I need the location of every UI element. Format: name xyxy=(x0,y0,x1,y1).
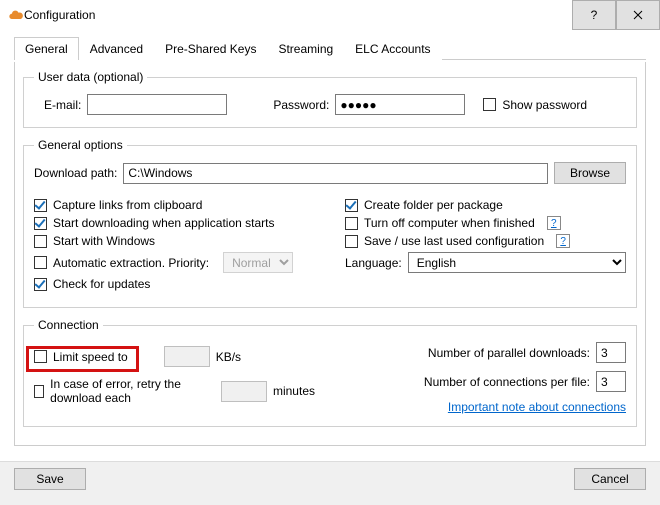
general-options-group: General options Download path: Browse Ca… xyxy=(23,138,637,308)
capture-links-label: Capture links from clipboard xyxy=(53,198,202,212)
retry-field xyxy=(221,381,267,402)
cancel-button[interactable]: Cancel xyxy=(574,468,646,490)
perfile-label: Number of connections per file: xyxy=(424,375,590,389)
check-updates-checkbox[interactable] xyxy=(34,278,47,291)
retry-label: In case of error, retry the download eac… xyxy=(50,377,209,405)
connection-group: Connection Limit speed to KB/s In case o… xyxy=(23,318,637,427)
password-field[interactable] xyxy=(335,94,465,115)
close-icon xyxy=(633,10,643,20)
app-icon xyxy=(8,7,24,23)
help-button[interactable]: ? xyxy=(572,0,616,30)
language-select[interactable]: English xyxy=(408,252,626,273)
tab-strip: General Advanced Pre-Shared Keys Streami… xyxy=(14,36,646,60)
capture-links-checkbox[interactable] xyxy=(34,199,47,212)
connections-note-link[interactable]: Important note about connections xyxy=(448,400,626,414)
tab-body: User data (optional) E-mail: Password: S… xyxy=(14,62,646,446)
options-right-column: Create folder per package Turn off compu… xyxy=(345,194,626,295)
limit-speed-label: Limit speed to xyxy=(53,350,128,364)
save-config-checkbox[interactable] xyxy=(345,235,358,248)
limit-speed-unit: KB/s xyxy=(216,350,241,364)
tab-presharedkeys[interactable]: Pre-Shared Keys xyxy=(154,37,267,60)
retry-checkbox[interactable] xyxy=(34,385,44,398)
download-path-field[interactable] xyxy=(123,163,548,184)
turn-off-label: Turn off computer when finished xyxy=(364,216,535,230)
tab-advanced[interactable]: Advanced xyxy=(79,37,154,60)
email-field[interactable] xyxy=(87,94,227,115)
footer: Save Cancel xyxy=(0,461,660,505)
show-password-label: Show password xyxy=(502,98,587,112)
auto-extract-checkbox[interactable] xyxy=(34,256,47,269)
start-windows-label: Start with Windows xyxy=(53,234,155,248)
limit-speed-field xyxy=(164,346,210,367)
create-folder-label: Create folder per package xyxy=(364,198,503,212)
priority-select: Normal xyxy=(223,252,293,273)
turn-off-checkbox[interactable] xyxy=(345,217,358,230)
perfile-field[interactable] xyxy=(596,371,626,392)
email-label: E-mail: xyxy=(44,98,81,112)
save-button[interactable]: Save xyxy=(14,468,86,490)
download-path-label: Download path: xyxy=(34,166,117,180)
titlebar: Configuration ? xyxy=(0,0,660,30)
general-options-legend: General options xyxy=(34,138,127,152)
userdata-legend: User data (optional) xyxy=(34,70,147,84)
tab-elcaccounts[interactable]: ELC Accounts xyxy=(344,37,441,60)
check-updates-label: Check for updates xyxy=(53,277,150,291)
auto-extract-label: Automatic extraction. Priority: xyxy=(53,256,209,270)
language-label: Language: xyxy=(345,256,402,270)
help-icon: ? xyxy=(591,8,598,22)
browse-button[interactable]: Browse xyxy=(554,162,626,184)
options-left-column: Capture links from clipboard Start downl… xyxy=(34,194,315,295)
tab-general[interactable]: General xyxy=(14,37,79,60)
parallel-field[interactable] xyxy=(596,342,626,363)
show-password-checkbox[interactable] xyxy=(483,98,496,111)
start-download-label: Start downloading when application start… xyxy=(53,216,274,230)
close-button[interactable] xyxy=(616,0,660,30)
start-download-checkbox[interactable] xyxy=(34,217,47,230)
save-config-label: Save / use last used configuration xyxy=(364,234,544,248)
connection-legend: Connection xyxy=(34,318,103,332)
start-windows-checkbox[interactable] xyxy=(34,235,47,248)
window-title: Configuration xyxy=(24,8,572,22)
parallel-label: Number of parallel downloads: xyxy=(428,346,590,360)
password-label: Password: xyxy=(273,98,329,112)
tab-streaming[interactable]: Streaming xyxy=(267,37,344,60)
create-folder-checkbox[interactable] xyxy=(345,199,358,212)
limit-speed-checkbox[interactable] xyxy=(34,350,47,363)
turnoff-help-icon[interactable]: ? xyxy=(547,216,561,230)
retry-unit: minutes xyxy=(273,384,315,398)
saveconfig-help-icon[interactable]: ? xyxy=(556,234,570,248)
userdata-group: User data (optional) E-mail: Password: S… xyxy=(23,70,637,128)
